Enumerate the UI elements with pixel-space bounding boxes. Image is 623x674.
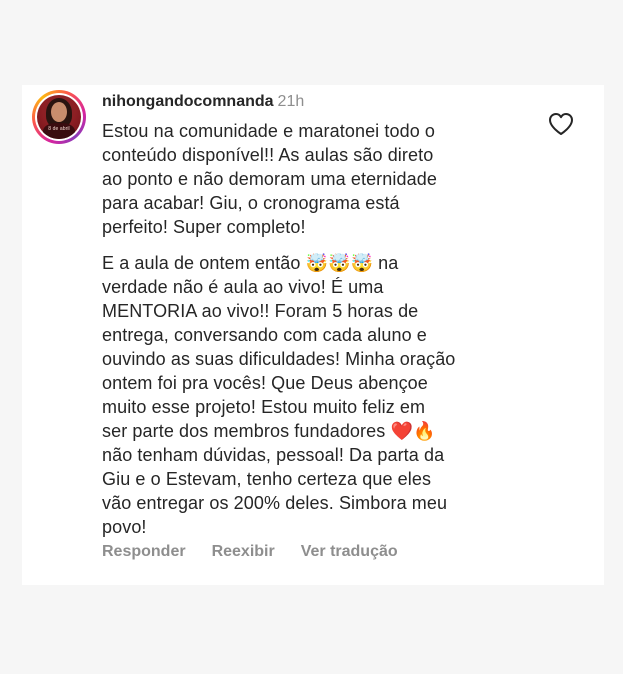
heart-icon[interactable] <box>548 112 574 136</box>
reply-button[interactable]: Responder <box>102 543 186 561</box>
comment-header: nihongandocomnanda 21h <box>102 93 304 111</box>
comment-paragraph-1: Estou na comunidade e maratonei todo o c… <box>102 121 437 237</box>
translate-button[interactable]: Ver tradução <box>301 543 398 561</box>
comment-paragraph-2: E a aula de ontem então 🤯🤯🤯 na verdade n… <box>102 253 456 537</box>
timestamp: 21h <box>277 93 305 110</box>
username[interactable]: nihongandocomnanda <box>102 93 274 110</box>
avatar-ring-gap: 8 de abril <box>35 93 83 141</box>
comment-body: Estou na comunidade e maratonei todo o c… <box>102 119 542 551</box>
avatar-face <box>51 102 67 122</box>
show-button[interactable]: Reexibir <box>212 543 275 561</box>
avatar[interactable]: 8 de abril <box>37 95 81 139</box>
avatar-story-ring[interactable]: 8 de abril <box>32 90 86 144</box>
comment-actions: Responder Reexibir Ver tradução <box>102 543 398 561</box>
avatar-caption: 8 de abril <box>48 126 70 132</box>
